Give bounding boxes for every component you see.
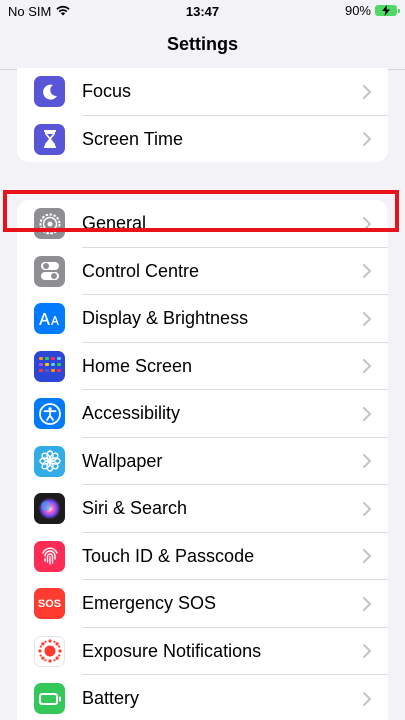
accessibility-icon — [34, 398, 65, 430]
settings-group-main: General Control Centre Display & Brightn… — [17, 200, 388, 720]
chevron-right-icon — [363, 644, 371, 659]
chevron-right-icon — [363, 596, 371, 611]
highlight-box — [3, 190, 399, 232]
settings-row-label: Home Screen — [82, 355, 193, 376]
sos-icon: SOS — [34, 588, 65, 620]
chevron-right-icon — [363, 406, 371, 421]
settings-row-display-brightness[interactable]: Display & Brightness — [17, 295, 388, 343]
settings-row-control-centre[interactable]: Control Centre — [17, 248, 388, 295]
aa-icon — [34, 303, 65, 335]
status-right: 90% — [344, 3, 400, 18]
settings-group-focus: Focus Screen Time — [17, 68, 388, 162]
settings-row-emergency-sos[interactable]: SOS Emergency SOS — [17, 580, 388, 628]
settings-row-accessibility[interactable]: Accessibility — [17, 390, 388, 438]
chevron-right-icon — [363, 549, 371, 564]
flower-icon — [34, 445, 65, 477]
moon-icon — [34, 76, 65, 108]
siri-icon — [34, 493, 65, 525]
battery-charging-icon — [375, 5, 400, 16]
battery-icon — [34, 683, 65, 715]
settings-row-label: Wallpaper — [82, 450, 163, 471]
settings-row-label: Accessibility — [82, 403, 181, 424]
settings-row-screen-time[interactable]: Screen Time — [17, 116, 388, 163]
settings-row-home-screen[interactable]: Home Screen — [17, 343, 388, 390]
chevron-right-icon — [363, 454, 371, 469]
settings-row-label: Emergency SOS — [82, 593, 217, 614]
toggles-icon — [34, 255, 65, 287]
settings-row-siri-search[interactable]: Siri & Search — [17, 485, 388, 533]
battery-percent: 90% — [344, 3, 371, 18]
settings-row-touch-id-passcode[interactable]: Touch ID & Passcode — [17, 533, 388, 580]
settings-row-wallpaper[interactable]: Wallpaper — [17, 438, 388, 485]
chevron-right-icon — [363, 84, 371, 99]
chevron-right-icon — [363, 501, 371, 516]
settings-row-label: Siri & Search — [82, 498, 188, 519]
chevron-right-icon — [363, 691, 371, 706]
settings-row-label: Battery — [82, 688, 140, 709]
page-title: Settings — [166, 34, 238, 54]
sos-icon-text: SOS — [37, 597, 62, 610]
app-grid-icon — [34, 350, 65, 382]
settings-row-label: Control Centre — [82, 260, 200, 281]
settings-row-exposure-notifications[interactable]: Exposure Notifications — [17, 628, 388, 675]
settings-row-battery[interactable]: Battery — [17, 675, 388, 720]
settings-row-label: Focus — [82, 81, 132, 102]
fingerprint-icon — [34, 540, 65, 572]
exposure-icon — [34, 635, 65, 667]
settings-row-label: Screen Time — [82, 128, 184, 149]
settings-row-label: Touch ID & Passcode — [82, 545, 255, 566]
settings-row-label: Exposure Notifications — [82, 640, 262, 661]
settings-row-label: Display & Brightness — [82, 308, 249, 329]
chevron-right-icon — [363, 132, 371, 147]
chevron-right-icon — [363, 264, 371, 279]
chevron-right-icon — [363, 311, 371, 326]
chevron-right-icon — [363, 359, 371, 374]
settings-row-focus[interactable]: Focus — [17, 68, 388, 116]
hourglass-icon — [34, 123, 65, 155]
status-bar: No SIM 13:47 90% — [0, 0, 405, 24]
